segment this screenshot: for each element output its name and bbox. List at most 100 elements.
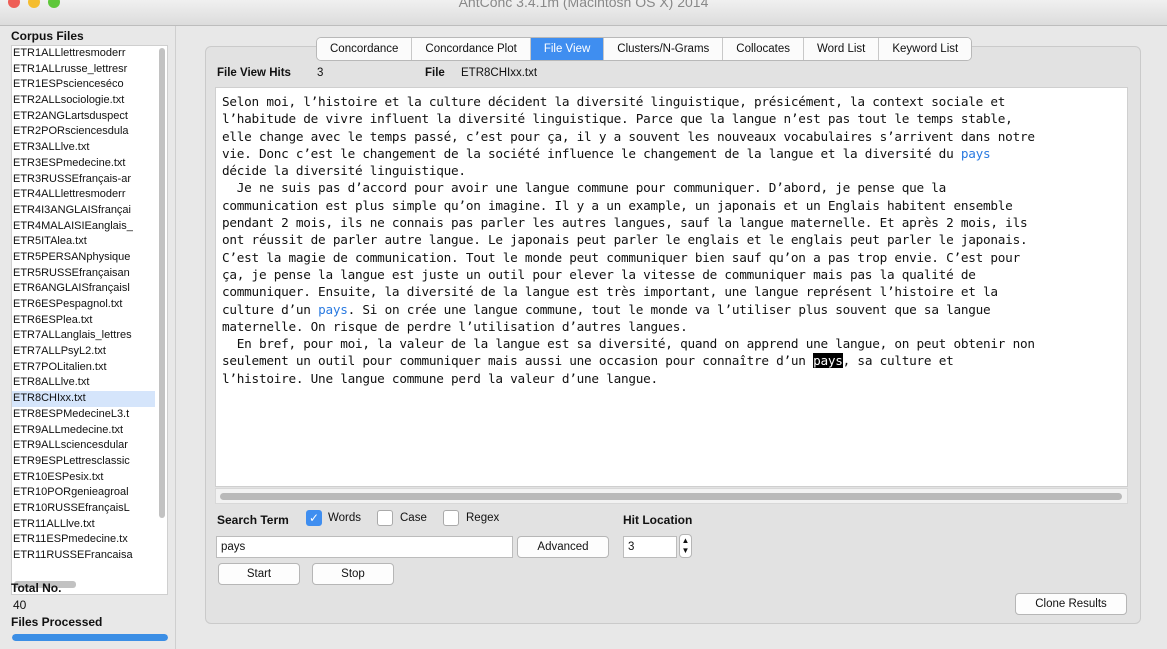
text-horizontal-scrollbar[interactable] xyxy=(215,488,1128,504)
tab-concordance-plot[interactable]: Concordance Plot xyxy=(412,38,531,60)
text-line: l’histoire. Une langue commune perd la v… xyxy=(222,370,658,386)
current-search-hit[interactable]: pays xyxy=(813,353,843,369)
hit-location-stepper[interactable]: ▲ ▼ xyxy=(679,534,692,558)
corpus-file-item[interactable]: ETR4ALLlettresmoderr xyxy=(12,187,155,203)
corpus-file-item[interactable]: ETR8ALLlve.txt xyxy=(12,375,155,391)
corpus-file-item[interactable]: ETR8CHIxx.txt xyxy=(12,391,155,407)
corpus-file-item[interactable]: ETR6ESPespagnol.txt xyxy=(12,297,155,313)
corpus-file-item[interactable]: ETR4I3ANGLAISfrançai xyxy=(12,203,155,219)
corpus-file-item[interactable]: ETR9ESPLettresclassic xyxy=(12,454,155,470)
text-line: . Si on crée une langue commune, tout le… xyxy=(347,301,991,317)
file-name-value: ETR8CHIxx.txt xyxy=(461,67,538,79)
corpus-file-item[interactable]: ETR7ALLanglais_lettres xyxy=(12,328,155,344)
stop-button[interactable]: Stop xyxy=(312,563,394,585)
text-line: maternelle. On risque de perdre l’utilis… xyxy=(222,318,688,334)
hit-location-label: Hit Location xyxy=(623,513,693,527)
search-hit[interactable]: pays xyxy=(318,302,348,317)
text-line: ça, je pense la langue est juste un outi… xyxy=(222,266,976,282)
corpus-file-item[interactable]: ETR2ANGLartsduspect xyxy=(12,109,155,125)
corpus-file-item[interactable]: ETR3ESPmedecine.txt xyxy=(12,156,155,172)
corpus-file-item[interactable]: ETR1ESPscienceséco xyxy=(12,77,155,93)
corpus-file-item[interactable]: ETR7ALLPsyL2.txt xyxy=(12,344,155,360)
files-processed-label: Files Processed xyxy=(11,615,103,629)
corpus-file-item[interactable]: ETR2ALLsociologie.txt xyxy=(12,93,155,109)
corpus-file-item[interactable]: ETR10RUSSEfrançaisL xyxy=(12,501,155,517)
corpus-file-item[interactable]: ETR11ESPmedecine.tx xyxy=(12,532,155,548)
corpus-file-item[interactable]: ETR8ESPMedecineL3.t xyxy=(12,407,155,423)
total-files-label: Total No. xyxy=(11,581,62,595)
regex-checkbox-label[interactable]: Regex xyxy=(466,512,499,524)
files-processed-progress-fill xyxy=(12,634,168,641)
text-line: communiquer. Ensuite, la diversité de la… xyxy=(222,284,998,300)
text-line: ont réussit de parler autre langue. Le j… xyxy=(222,232,1028,248)
tab-keyword-list[interactable]: Keyword List xyxy=(879,38,972,60)
corpus-file-item[interactable]: ETR9ALLsciencesdular xyxy=(12,438,155,454)
text-line: Je ne suis pas d’accord pour avoir une l… xyxy=(222,180,947,196)
text-line: Selon moi, l’histoire et la culture déci… xyxy=(222,94,1006,109)
corpus-file-list[interactable]: ETR1ALLlettresmoderr ETR1ALLrusse_lettres… xyxy=(11,45,168,595)
case-checkbox-label[interactable]: Case xyxy=(400,512,427,524)
corpus-file-item[interactable]: ETR2PORsciencesdula xyxy=(12,124,155,140)
text-line: communication est plus simple qu’on imag… xyxy=(222,197,1013,213)
tab-concordance[interactable]: Concordance xyxy=(317,38,413,60)
text-line: seulement un outil pour communiquer mais… xyxy=(222,353,814,369)
search-term-input[interactable]: pays xyxy=(216,536,513,558)
search-hit[interactable]: pays xyxy=(961,146,991,161)
corpus-file-item[interactable]: ETR6ANGLAISfrançaisl xyxy=(12,281,155,297)
corpus-file-item[interactable]: ETR4MALAISIEanglais_ xyxy=(12,219,155,235)
advanced-button[interactable]: Advanced xyxy=(517,536,609,558)
file-view-hits-label: File View Hits xyxy=(217,67,291,79)
text-line: C’est la magie de communication. Tout le… xyxy=(222,249,1020,265)
text-line: l’habitude de vivre influent la diversit… xyxy=(222,111,1013,127)
files-processed-progress-bar xyxy=(12,634,168,641)
file-view-hits-value: 3 xyxy=(317,67,324,79)
text-line: culture d’un xyxy=(222,301,319,317)
corpus-file-item[interactable]: ETR9ALLmedecine.txt xyxy=(12,423,155,439)
total-files-value: 40 xyxy=(13,598,27,612)
corpus-files-header: Corpus Files xyxy=(11,29,84,43)
file-label: File xyxy=(425,67,445,79)
corpus-file-item[interactable]: ETR3ALLlve.txt xyxy=(12,140,155,156)
text-line: , sa culture et xyxy=(842,353,954,369)
chevron-up-icon[interactable]: ▲ xyxy=(682,536,690,545)
corpus-file-item[interactable]: ETR7POLitalien.txt xyxy=(12,360,155,376)
corpus-file-item[interactable]: ETR1ALLrusse_lettresr xyxy=(12,62,155,78)
corpus-file-item[interactable]: ETR1ALLlettresmoderr xyxy=(12,46,155,62)
chevron-down-icon[interactable]: ▼ xyxy=(682,546,690,555)
text-line: vie. Donc c’est le changement de la soci… xyxy=(222,145,961,161)
tool-tabs: Concordance Concordance Plot File View Clus… xyxy=(316,37,973,61)
corpus-sidebar: Corpus Files ETR1ALLlettresmoderr ETR1ALL… xyxy=(0,26,176,649)
hit-location-input[interactable]: 3 xyxy=(623,536,677,558)
file-text-content: Selon moi, l’histoire et la culture déci… xyxy=(216,88,1127,387)
start-button[interactable]: Start xyxy=(218,563,300,585)
corpus-file-item[interactable]: ETR5ITAlea.txt xyxy=(12,234,155,250)
tab-word-list[interactable]: Word List xyxy=(804,38,880,60)
corpus-file-item[interactable]: ETR6ESPlea.txt xyxy=(12,313,155,329)
window-title: AntConc 3.4.1m (Macintosh OS X) 2014 xyxy=(458,0,709,10)
tab-file-view[interactable]: File View xyxy=(530,38,605,60)
case-checkbox[interactable] xyxy=(377,510,393,526)
search-term-label: Search Term xyxy=(217,513,289,527)
corpus-file-item[interactable]: ETR3RUSSEfrançais-ar xyxy=(12,172,155,188)
tab-clusters-n-grams[interactable]: Clusters/N-Grams xyxy=(604,38,724,60)
corpus-file-item[interactable]: ETR11ALLlve.txt xyxy=(12,517,155,533)
corpus-file-item[interactable]: ETR5RUSSEfrançaisan xyxy=(12,266,155,282)
corpus-file-item[interactable]: ETR10PORgenieagroal xyxy=(12,485,155,501)
words-checkbox[interactable]: ✓ xyxy=(306,510,322,526)
text-line: pendant 2 mois, ils ne connais pas parle… xyxy=(222,215,1028,231)
file-text-view[interactable]: Selon moi, l’histoire et la culture déci… xyxy=(215,87,1128,487)
text-line: elle change avec le temps passé, c’est p… xyxy=(222,128,1035,144)
text-line: décide la diversité linguistique. xyxy=(222,163,466,179)
words-checkbox-label[interactable]: Words xyxy=(328,512,361,524)
corpus-file-item[interactable]: ETR11RUSSEFrancaisa xyxy=(12,548,155,564)
regex-checkbox[interactable] xyxy=(443,510,459,526)
clone-results-button[interactable]: Clone Results xyxy=(1015,593,1127,615)
corpus-file-item[interactable]: ETR5PERSANphysique xyxy=(12,250,155,266)
checkmark-icon: ✓ xyxy=(308,511,320,525)
file-list-vertical-scrollbar[interactable] xyxy=(159,48,165,518)
tab-collocates[interactable]: Collocates xyxy=(723,38,804,60)
corpus-file-item[interactable]: ETR10ESPesix.txt xyxy=(12,470,155,486)
text-line: En bref, pour moi, la valeur de la langu… xyxy=(222,336,1035,352)
title-bar: AntConc 3.4.1m (Macintosh OS X) 2014 xyxy=(0,0,1167,26)
scrollbar-thumb[interactable] xyxy=(220,493,1122,500)
